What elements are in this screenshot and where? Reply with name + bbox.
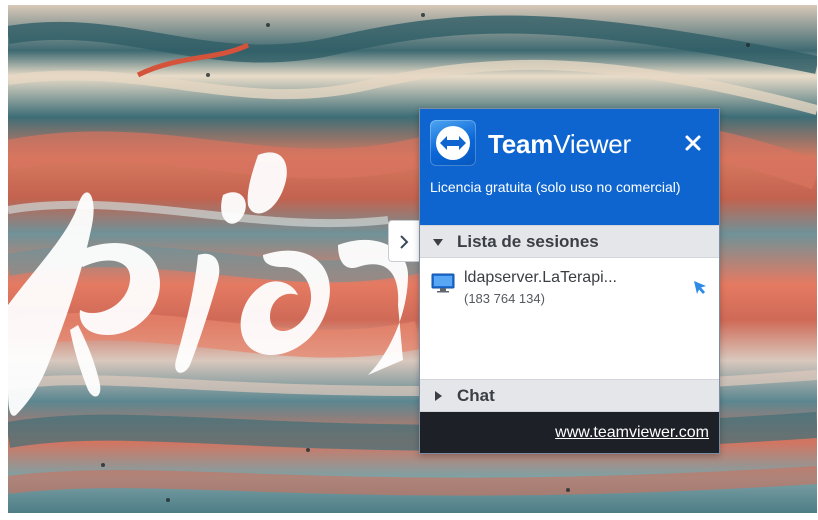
session-list-label: Lista de sesiones: [457, 232, 599, 251]
app-title: TeamViewer: [488, 129, 631, 159]
chat-label: Chat: [457, 386, 495, 405]
triangle-down-icon: [433, 239, 443, 246]
panel-header: TeamViewer Licencia gratuita (solo uso n…: [420, 109, 719, 225]
chat-header[interactable]: Chat: [420, 379, 719, 412]
app-title-regular: Viewer: [553, 129, 632, 159]
session-list-header[interactable]: Lista de sesiones: [420, 225, 719, 258]
panel-footer: www.teamviewer.com: [420, 412, 719, 453]
chevron-right-icon: [400, 235, 409, 249]
close-button[interactable]: [682, 132, 704, 154]
session-name: ldapserver.LaTerapi...: [464, 269, 617, 286]
close-icon: [685, 135, 701, 151]
app-title-bold: Team: [488, 129, 554, 159]
session-list-item[interactable]: ldapserver.LaTerapi... (183 764 134): [420, 259, 719, 311]
monitor-icon: [431, 273, 455, 293]
teamviewer-logo-icon: [430, 120, 476, 166]
teamviewer-panel: TeamViewer Licencia gratuita (solo uso n…: [419, 108, 720, 454]
connect-arrow-icon[interactable]: [692, 279, 708, 295]
session-id: (183 764 134): [464, 291, 545, 306]
collapse-panel-tab[interactable]: [388, 220, 420, 262]
license-text: Licencia gratuita (solo uso no comercial…: [430, 179, 681, 195]
teamviewer-website-link[interactable]: www.teamviewer.com: [555, 424, 709, 442]
triangle-right-icon: [435, 391, 442, 401]
